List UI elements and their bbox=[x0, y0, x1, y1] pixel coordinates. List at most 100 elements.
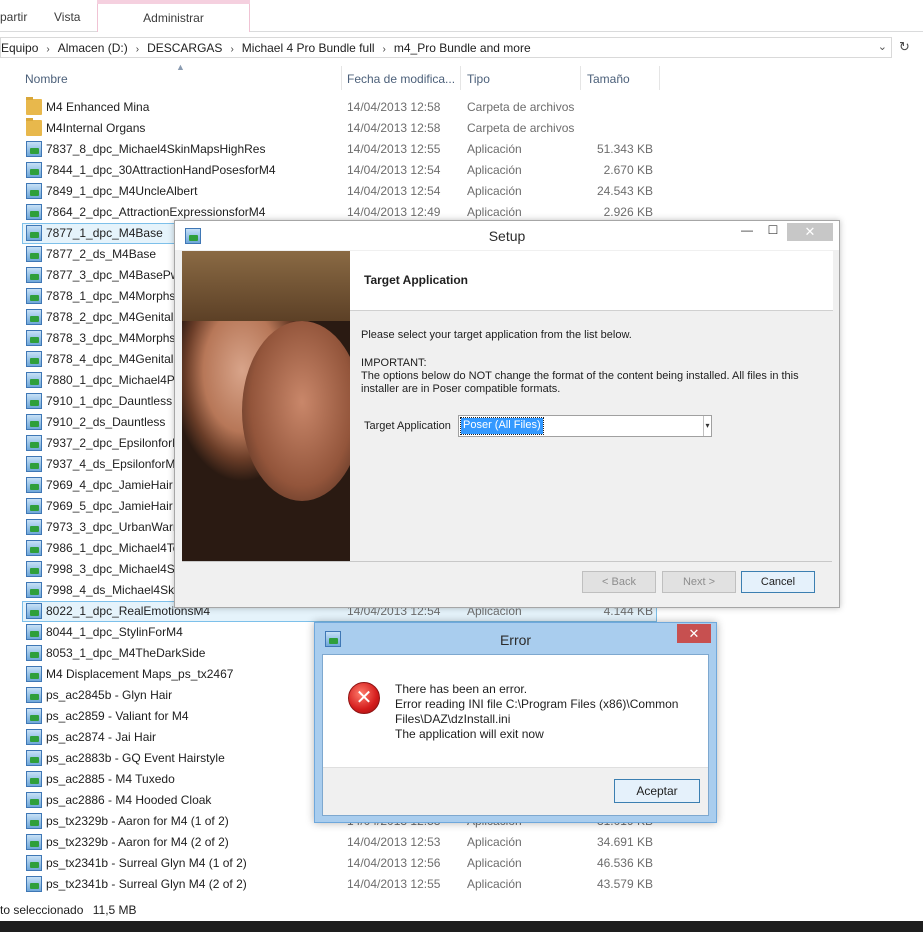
file-row[interactable]: M4Internal Organs 14/04/2013 12:58 Carpeta… bbox=[0, 118, 923, 139]
breadcrumb-item[interactable]: Equipo bbox=[1, 41, 38, 55]
error-line-1: There has been an error. bbox=[395, 682, 528, 696]
file-size: 51.343 KB bbox=[596, 142, 653, 156]
target-application-label: Target Application bbox=[364, 420, 451, 432]
file-date: 14/04/2013 12:58 bbox=[347, 121, 441, 135]
chevron-right-icon: › bbox=[46, 44, 50, 55]
app-icon bbox=[26, 750, 42, 766]
folder-icon bbox=[26, 97, 42, 115]
accept-button[interactable]: Aceptar bbox=[614, 779, 700, 803]
file-name: 7937_4_ds_EpsilonforMic bbox=[46, 457, 185, 471]
file-name: 7844_1_dpc_30AttractionHandPosesforM4 bbox=[46, 163, 276, 177]
error-close-button[interactable]: ✕ bbox=[677, 624, 711, 643]
column-divider[interactable] bbox=[460, 66, 461, 90]
column-header-size[interactable]: Tamaño bbox=[587, 72, 630, 86]
app-icon bbox=[26, 477, 42, 493]
minimize-button[interactable]: — bbox=[733, 223, 761, 241]
file-size: 46.536 KB bbox=[596, 856, 653, 870]
cancel-button[interactable]: Cancel bbox=[741, 571, 815, 593]
app-icon bbox=[26, 498, 42, 514]
setup-important-label: IMPORTANT: bbox=[361, 357, 427, 369]
chevron-down-icon[interactable]: ▾ bbox=[703, 416, 711, 436]
column-divider[interactable] bbox=[580, 66, 581, 90]
column-divider[interactable] bbox=[659, 66, 660, 90]
chevron-right-icon: › bbox=[382, 44, 386, 55]
column-header-type[interactable]: Tipo bbox=[467, 72, 490, 86]
tab-view[interactable]: Vista bbox=[54, 10, 80, 24]
status-bar: to seleccionado 11,5 MB bbox=[0, 903, 137, 917]
file-name: 7910_2_ds_Dauntless bbox=[46, 415, 166, 429]
back-button[interactable]: < Back bbox=[582, 571, 656, 593]
ribbon: partir Vista Administrar bbox=[0, 0, 923, 32]
file-date: 14/04/2013 12:55 bbox=[347, 142, 441, 156]
file-name: ps_tx2341b - Surreal Glyn M4 (1 of 2) bbox=[46, 856, 247, 870]
file-name: 7998_4_ds_Michael4Skin bbox=[46, 583, 184, 597]
file-type: Carpeta de archivos bbox=[467, 121, 575, 135]
chevron-down-icon[interactable]: ⌄ bbox=[878, 40, 887, 53]
app-icon bbox=[26, 267, 42, 283]
maximize-button[interactable]: ☐ bbox=[759, 223, 787, 241]
breadcrumb-item[interactable]: Almacen (D:) bbox=[58, 41, 128, 55]
app-icon bbox=[26, 204, 42, 220]
app-icon bbox=[26, 771, 42, 787]
app-icon bbox=[26, 162, 42, 178]
file-name: 7878_1_dpc_M4Morphs+ bbox=[46, 289, 183, 303]
target-application-value[interactable]: Poser (All Files) bbox=[460, 417, 544, 435]
file-name: 7969_5_dpc_JamieHair bbox=[46, 499, 173, 513]
file-name: ps_ac2859 - Valiant for M4 bbox=[46, 709, 189, 723]
app-icon bbox=[26, 456, 42, 472]
app-icon bbox=[26, 183, 42, 199]
file-row[interactable]: ps_tx2329b - Aaron for M4 (2 of 2) 14/04/… bbox=[0, 832, 923, 853]
file-row[interactable]: ps_tx2341b - Surreal Glyn M4 (1 of 2) 14/… bbox=[0, 853, 923, 874]
app-icon bbox=[26, 414, 42, 430]
setup-important-text: The options below do NOT change the form… bbox=[361, 370, 799, 395]
column-header-name[interactable]: Nombre bbox=[25, 72, 68, 86]
file-type: Aplicación bbox=[467, 205, 522, 219]
file-name: M4 Displacement Maps_ps_tx2467 bbox=[46, 667, 234, 681]
file-row[interactable]: 7849_1_dpc_M4UncleAlbert 14/04/2013 12:54… bbox=[0, 181, 923, 202]
app-icon bbox=[26, 813, 42, 829]
chevron-right-icon: › bbox=[135, 44, 140, 55]
column-header-date[interactable]: Fecha de modifica... bbox=[347, 72, 455, 86]
app-icon bbox=[26, 582, 42, 598]
sort-up-icon: ▲ bbox=[176, 62, 185, 72]
file-size: 43.579 KB bbox=[596, 877, 653, 891]
file-date: 14/04/2013 12:49 bbox=[347, 205, 441, 219]
breadcrumb-item[interactable]: DESCARGAS bbox=[147, 41, 222, 55]
file-row[interactable]: M4 Enhanced Mina 14/04/2013 12:58 Carpeta … bbox=[0, 97, 923, 118]
setup-body: Please select your target application fr… bbox=[361, 329, 821, 411]
banner-image bbox=[182, 251, 350, 561]
error-message: There has been an error. Error reading I… bbox=[395, 682, 695, 742]
app-icon bbox=[26, 876, 42, 892]
column-divider[interactable] bbox=[341, 66, 342, 90]
error-line-2: Error reading INI file C:\Program Files … bbox=[395, 697, 679, 726]
next-button[interactable]: Next > bbox=[662, 571, 736, 593]
file-name: ps_tx2341b - Surreal Glyn M4 (2 of 2) bbox=[46, 877, 247, 891]
file-type: Aplicación bbox=[467, 877, 522, 891]
file-name: 7877_2_ds_M4Base bbox=[46, 247, 157, 261]
file-size: 2.670 KB bbox=[603, 163, 653, 177]
close-button[interactable]: ✕ bbox=[787, 223, 833, 241]
app-icon bbox=[26, 372, 42, 388]
file-name: 7969_4_dpc_JamieHair bbox=[46, 478, 173, 492]
file-name: 7910_1_dpc_Dauntless bbox=[46, 394, 173, 408]
app-icon bbox=[26, 666, 42, 682]
breadcrumb-item[interactable]: Michael 4 Pro Bundle full bbox=[242, 41, 375, 55]
file-row[interactable]: ps_tx2341b - Surreal Glyn M4 (2 of 2) 14/… bbox=[0, 874, 923, 895]
app-icon bbox=[26, 687, 42, 703]
file-name: 7877_3_dpc_M4BasePwrl bbox=[46, 268, 187, 282]
error-icon: ✕ bbox=[348, 682, 380, 714]
app-icon bbox=[26, 540, 42, 556]
tab-manage[interactable]: Administrar bbox=[97, 0, 250, 32]
file-name: M4 Enhanced Mina bbox=[46, 100, 150, 114]
breadcrumb-item[interactable]: m4_Pro Bundle and more bbox=[394, 41, 531, 55]
tab-share[interactable]: partir bbox=[0, 10, 27, 24]
address-bar[interactable]: Equipo › Almacen (D:) › DESCARGAS › Michael 4 … bbox=[0, 37, 892, 58]
app-icon bbox=[26, 519, 42, 535]
app-icon bbox=[26, 393, 42, 409]
target-application-select[interactable]: Poser (All Files) ▾ bbox=[458, 415, 712, 437]
setup-dialog: Setup — ☐ ✕ Target Application Please se… bbox=[174, 220, 840, 608]
file-row[interactable]: 7844_1_dpc_30AttractionHandPosesforM4 14/… bbox=[0, 160, 923, 181]
refresh-icon[interactable]: ↻ bbox=[899, 39, 910, 55]
setup-title-bar[interactable]: Setup — ☐ ✕ bbox=[175, 221, 839, 250]
file-row[interactable]: 7837_8_dpc_Michael4SkinMapsHighRes 14/04/… bbox=[0, 139, 923, 160]
